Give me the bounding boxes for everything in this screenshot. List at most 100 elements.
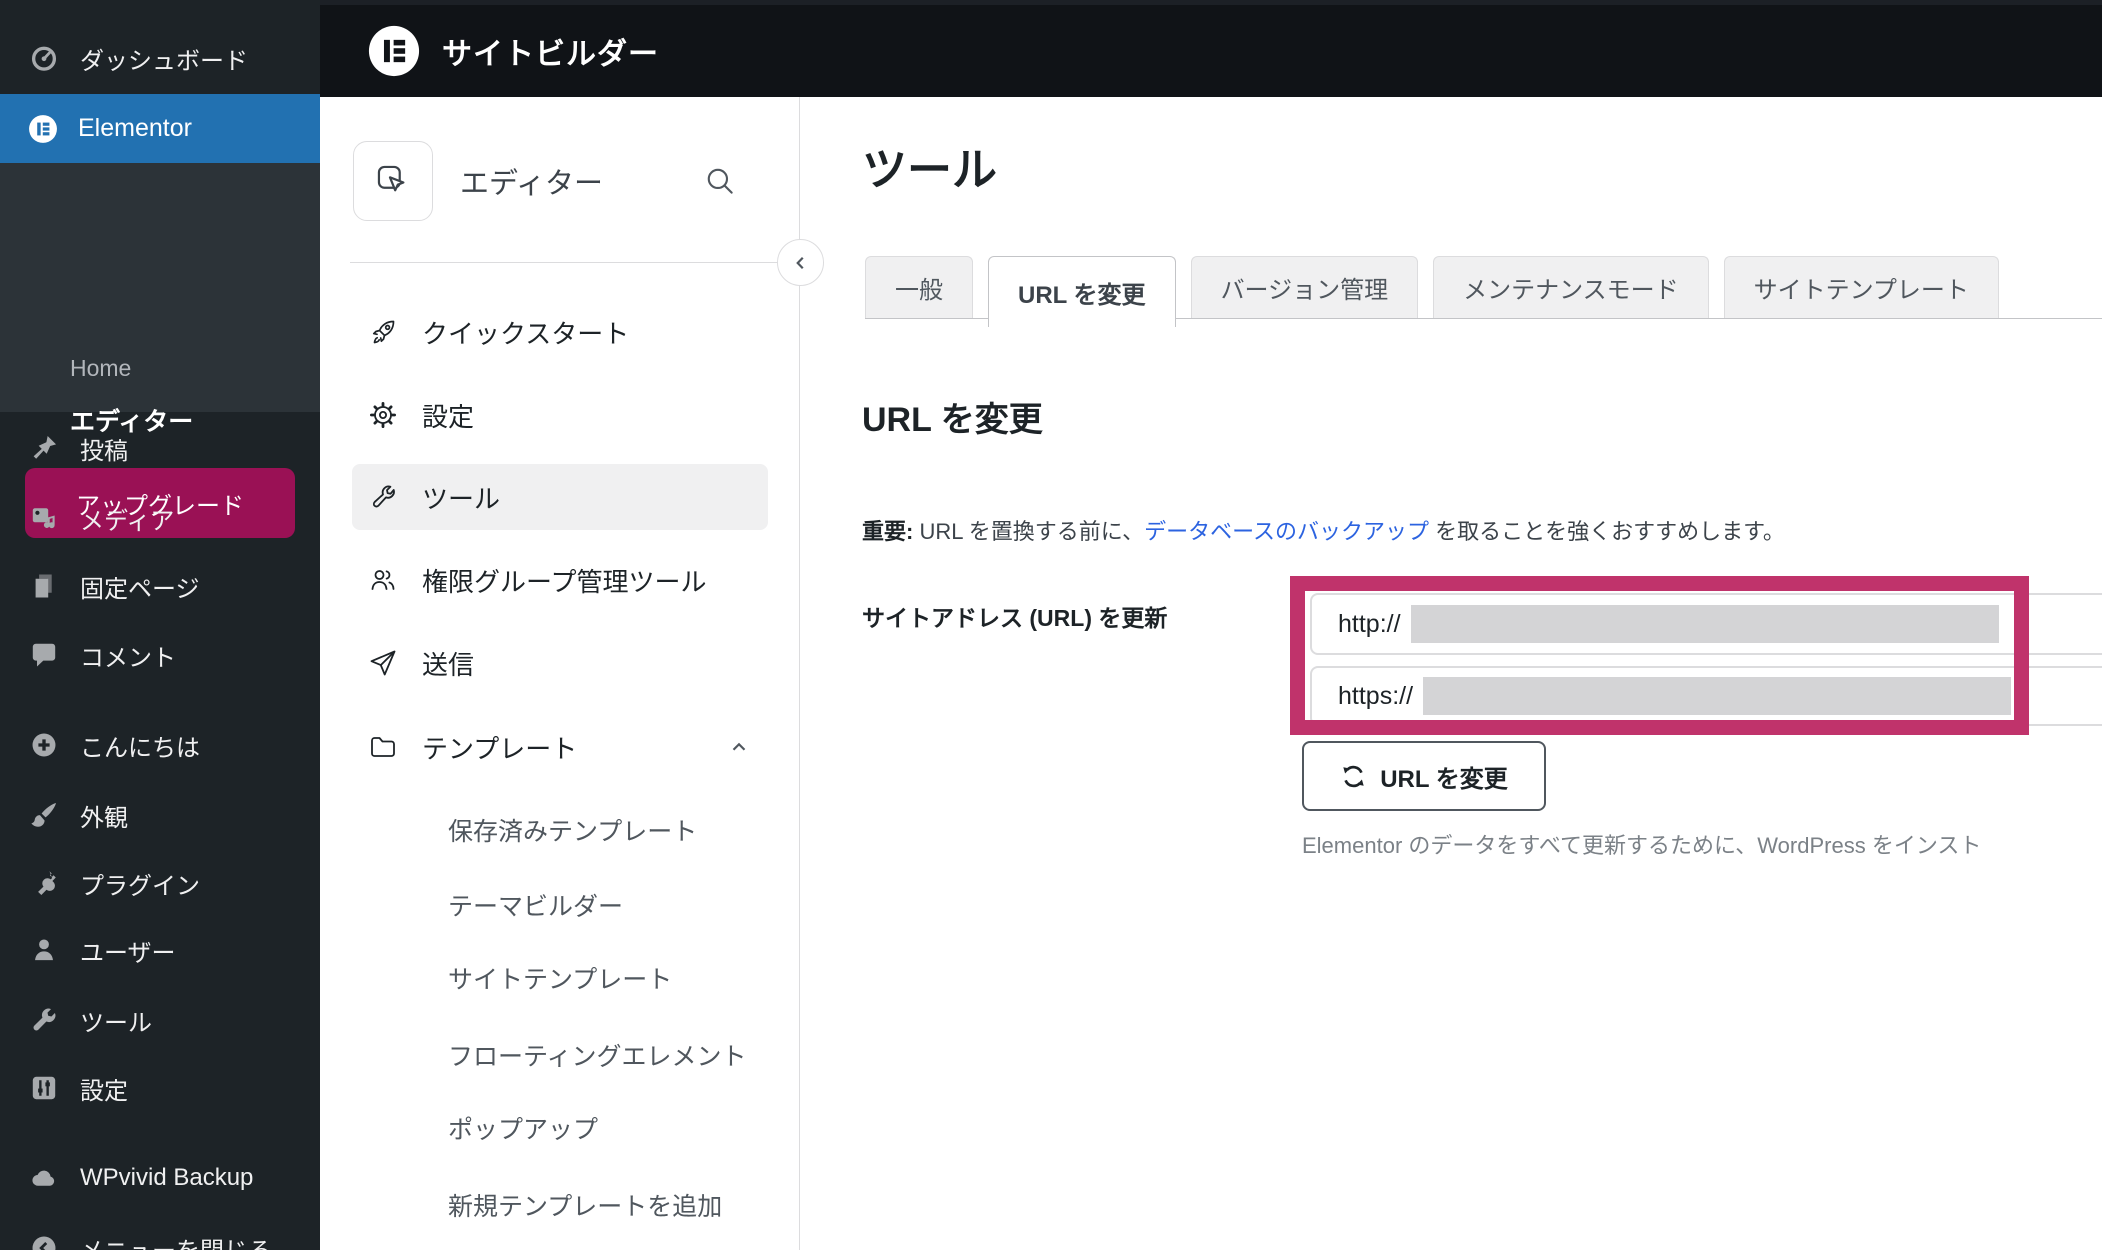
panel-subitem-floating-elements[interactable]: フローティングエレメント [448,1038,747,1072]
sidebar-item-pages[interactable]: 固定ページ [0,556,320,616]
panel-item-submissions[interactable]: 送信 [320,632,799,694]
sidebar-item-label: プラグイン [80,872,200,900]
panel-item-quickstart[interactable]: クイックスタート [320,301,799,363]
sidebar-item-comments[interactable]: コメント [0,625,320,685]
panel-subitem-popups[interactable]: ポップアップ [448,1111,598,1145]
sidebar-item-plugins[interactable]: プラグイン [0,853,320,913]
sidebar-item-hello[interactable]: こんにちは [0,715,320,775]
replace-url-button-label: URL を変更 [1380,765,1508,793]
sidebar-item-media[interactable]: メディア [0,488,320,548]
user-icon [35,939,53,961]
redacted-url-value [1423,677,2012,715]
sidebar-item-settings[interactable]: 設定 [0,1058,320,1118]
media-icon [32,508,55,529]
sidebar-item-users[interactable]: ユーザー [0,920,320,980]
app-topbar: サイトビルダー [320,0,2102,97]
sidebar-item-dashboard[interactable]: ダッシュボード [0,28,320,88]
panel-divider [350,262,800,263]
database-backup-link[interactable]: データベースのバックアップ [1144,519,1429,544]
app-title: サイトビルダー [442,38,659,71]
panel-item-label: クイックスタート [422,318,630,349]
sidebar-item-collapse-menu[interactable]: メニューを閉じる [0,1218,320,1250]
sidebar-item-tools[interactable]: ツール [0,990,320,1050]
sidebar-item-label: ダッシュボード [80,47,248,75]
submenu-item-home[interactable]: Home [70,346,131,390]
collapse-menu-icon [32,1236,56,1250]
sidebar-item-appearance[interactable]: 外観 [0,785,320,845]
main-content: ツール 一般 URL を変更 バージョン管理 メンテナンスモード サイトテンプレ… [801,97,2102,1250]
cloud-icon [32,1170,55,1186]
panel-item-templates[interactable]: テンプレート [320,716,799,778]
sliders-icon [32,1076,56,1100]
admin-sidebar: ダッシュボード Elementor Home エディター アップグレード 投稿 … [0,0,320,1250]
redacted-url-value [1410,605,1999,643]
panel-item-label: テンプレート [422,733,578,764]
chevron-up-icon[interactable] [728,736,750,758]
sidebar-item-elementor[interactable]: Elementor [0,94,320,163]
paintbrush-icon [31,802,57,827]
folder-icon [371,737,395,757]
site-url-field-label: サイトアドレス (URL) を更新 [862,605,1168,631]
rocket-icon [372,320,395,344]
pages-icon [35,574,52,598]
wp-admin-screen: ダッシュボード Elementor Home エディター アップグレード 投稿 … [0,0,2102,1250]
tab-maintenance-mode[interactable]: メンテナンスモード [1433,256,1709,318]
sidebar-item-wpvivid[interactable]: WPvivid Backup [0,1148,320,1208]
elementor-panel: エディター クイックスタート 設定 ツール 権限グループ管理ツール 送信 テンプ… [320,97,824,1250]
panel-subitem-add-new-template[interactable]: 新規テンプレートを追加 [448,1188,722,1222]
section-heading: URL を変更 [862,401,1043,439]
sidebar-item-label: こんにちは [80,734,200,762]
panel-item-settings[interactable]: 設定 [320,384,799,446]
sidebar-item-label: メニューを閉じる [80,1231,272,1250]
panel-title: エディター [460,168,603,200]
tab-general[interactable]: 一般 [865,256,973,318]
sidebar-item-label: ユーザー [80,939,176,967]
editor-mode-button[interactable] [353,141,433,221]
send-icon [370,650,396,676]
panel-subitem-saved-templates[interactable]: 保存済みテンプレート [448,813,697,847]
tab-replace-url[interactable]: URL を変更 [988,256,1176,327]
important-label: 重要: [862,519,914,544]
panel-item-label: ツール [422,483,501,514]
sidebar-item-label: WPvivid Backup [80,1164,254,1191]
users-group-icon [371,570,395,590]
sidebar-item-label: 設定 [80,1077,128,1105]
tab-version-control[interactable]: バージョン管理 [1190,256,1419,318]
important-note: 重要: URL を置換する前に、データベースのバックアップ を取ることを強くおす… [862,519,1785,544]
plugin-icon [38,871,56,896]
panel-item-role-manager[interactable]: 権限グループ管理ツール [320,549,799,611]
panel-item-label: 送信 [422,649,475,680]
sidebar-item-label: 投稿 [80,437,128,465]
circle-plus-icon [32,733,56,757]
tab-site-templates[interactable]: サイトテンプレート [1723,256,1999,318]
http-url-input[interactable]: http:// [1310,593,2102,655]
panel-collapse-button[interactable] [777,239,824,286]
panel-item-label: 設定 [422,401,475,432]
dashboard-gauge-icon [31,46,57,71]
panel-subitem-theme-builder[interactable]: テーマビルダー [448,888,623,922]
gear-icon [370,402,396,428]
sidebar-item-label: Elementor [78,114,192,142]
page-title: ツール [862,144,998,195]
chevron-left-icon [795,256,804,269]
wrench-icon [33,1008,56,1031]
sidebar-item-label: コメント [80,644,176,672]
pushpin-icon [33,435,57,459]
comment-icon [32,643,56,667]
sidebar-item-label: メディア [80,507,175,535]
helper-text: Elementor のデータをすべて更新するために、WordPress をインス… [1302,833,1982,858]
wrench-icon [372,485,395,508]
sidebar-item-label: ツール [80,1009,152,1037]
elementor-submenu: Home エディター アップグレード [0,163,320,538]
replace-url-button[interactable]: URL を変更 [1302,741,1546,811]
editor-cursor-icon [377,165,405,192]
search-icon[interactable] [702,163,738,199]
https-prefix: https:// [1338,681,1414,710]
panel-item-label: 権限グループ管理ツール [422,566,707,597]
panel-item-tools[interactable]: ツール [352,464,768,530]
sidebar-item-label: 外観 [80,804,128,832]
sidebar-item-posts[interactable]: 投稿 [0,418,320,478]
https-url-input[interactable]: https:// [1310,666,2102,726]
panel-subitem-site-templates[interactable]: サイトテンプレート [448,961,672,995]
sidebar-item-label: 固定ページ [80,575,200,603]
